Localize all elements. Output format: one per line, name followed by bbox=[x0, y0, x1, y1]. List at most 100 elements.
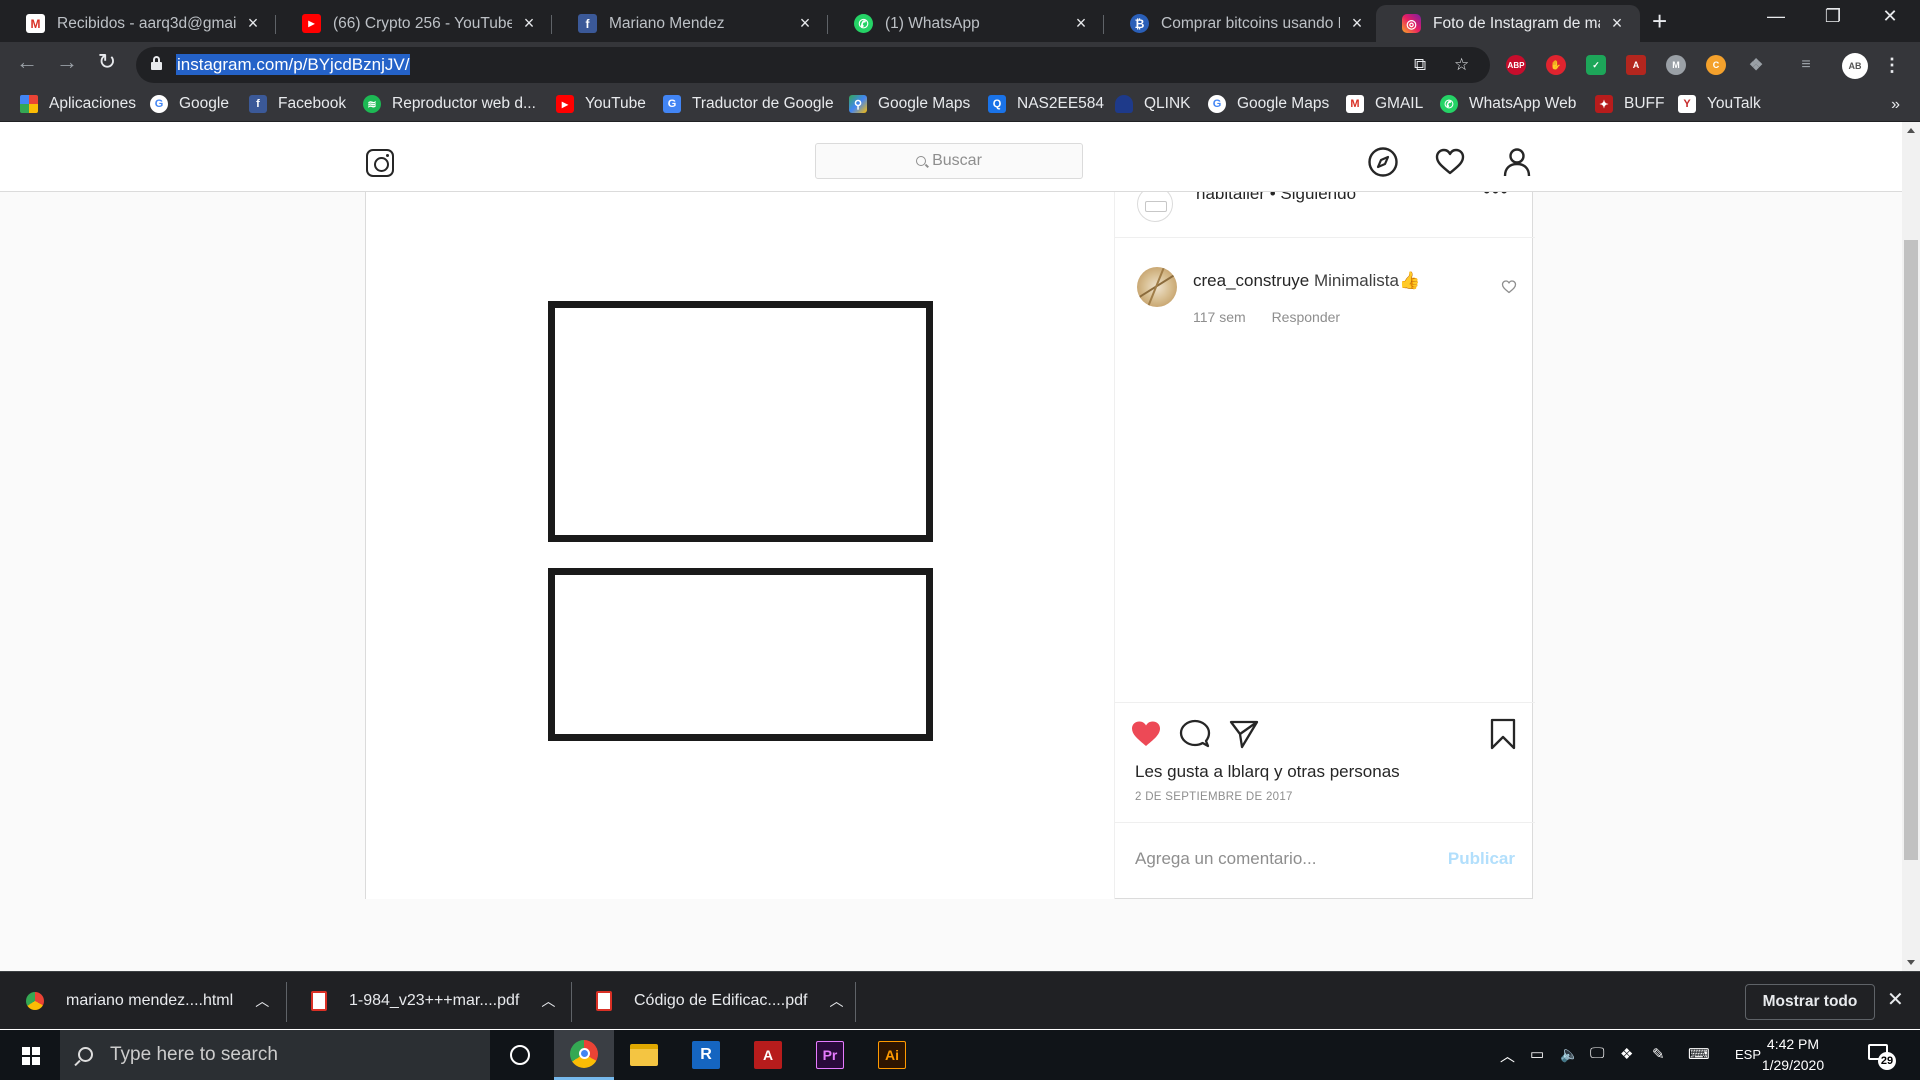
taskbar-premiere[interactable]: Pr bbox=[800, 1030, 860, 1080]
comment-input[interactable]: Agrega un comentario... bbox=[1135, 849, 1316, 869]
dropbox-extension-icon[interactable]: ❖ bbox=[1746, 55, 1766, 75]
page-scrollbar[interactable] bbox=[1902, 122, 1920, 971]
scroll-up-arrow-icon[interactable] bbox=[1907, 128, 1915, 133]
bookmark-translate[interactable]: G Traductor de Google bbox=[663, 95, 834, 113]
profile-avatar[interactable]: AB bbox=[1842, 53, 1868, 79]
more-options-icon[interactable]: ••• bbox=[1483, 192, 1509, 204]
post-date[interactable]: 2 DE SEPTIEMBRE DE 2017 bbox=[1135, 791, 1293, 803]
minimize-button[interactable]: — bbox=[1756, 6, 1796, 27]
system-clock[interactable]: 4:42 PM 1/29/2020 bbox=[1748, 1034, 1838, 1076]
bookmark-nas[interactable]: Q NAS2EE584 bbox=[988, 95, 1104, 113]
notification-center-button[interactable]: 29 bbox=[1866, 1042, 1898, 1070]
start-button[interactable] bbox=[0, 1030, 60, 1080]
close-icon[interactable]: × bbox=[1346, 13, 1368, 34]
check-extension-icon[interactable]: ✓ bbox=[1586, 55, 1606, 75]
chevron-up-icon[interactable]: ︿ bbox=[255, 991, 269, 1011]
download-item[interactable]: Código de Edificac....pdf ︿ bbox=[596, 972, 843, 1030]
bookmark-qlink[interactable]: QLINK bbox=[1115, 95, 1191, 113]
comment-bubble-icon[interactable] bbox=[1179, 718, 1211, 750]
taskbar-search-input[interactable]: Type here to search bbox=[60, 1030, 490, 1080]
taskbar-file-explorer[interactable] bbox=[614, 1030, 674, 1080]
close-icon[interactable]: × bbox=[242, 13, 264, 34]
profile-icon[interactable] bbox=[1501, 146, 1533, 178]
bookmark-google-maps-2[interactable]: G Google Maps bbox=[1208, 95, 1329, 113]
bookmark-youtalk[interactable]: Y YouTalk bbox=[1678, 95, 1761, 113]
pen-icon[interactable]: ✎ bbox=[1652, 1045, 1665, 1063]
likes-user[interactable]: lblarq bbox=[1228, 762, 1270, 781]
bookmark-youtube[interactable]: ▶ YouTube bbox=[556, 95, 646, 113]
address-bar[interactable]: instagram.com/p/BYjcdBznjJV/ ⧉ ☆ bbox=[136, 47, 1490, 83]
search-input[interactable]: Buscar bbox=[815, 143, 1083, 179]
restore-button[interactable]: ❐ bbox=[1813, 6, 1853, 27]
show-hidden-icons-chevron-icon[interactable]: ︿ bbox=[1500, 1045, 1515, 1066]
tab-bitcoin[interactable]: ₿ Comprar bitcoins usando Pre × bbox=[1104, 5, 1380, 42]
close-icon[interactable]: × bbox=[518, 13, 540, 34]
author-avatar[interactable] bbox=[1137, 192, 1173, 222]
coupon-extension-icon[interactable]: C bbox=[1706, 55, 1726, 75]
close-icon[interactable]: × bbox=[1070, 13, 1092, 34]
bookmark-buff[interactable]: ✦ BUFF bbox=[1595, 95, 1664, 113]
keyboard-icon[interactable]: ⌨ bbox=[1688, 1045, 1710, 1063]
bookmark-whatsapp[interactable]: ✆ WhatsApp Web bbox=[1440, 95, 1576, 113]
forward-button[interactable]: → bbox=[52, 49, 82, 75]
taskbar-acrobat[interactable]: A bbox=[738, 1030, 798, 1080]
publish-button[interactable]: Publicar bbox=[1448, 849, 1515, 869]
star-icon[interactable]: ☆ bbox=[1454, 55, 1469, 75]
tab-youtube[interactable]: ▶ (66) Crypto 256 - YouTube × bbox=[276, 5, 552, 42]
stop-extension-icon[interactable]: ✋ bbox=[1546, 55, 1566, 75]
url-text[interactable]: instagram.com/p/BYjcdBznjJV/ bbox=[176, 54, 411, 75]
battery-icon[interactable]: ▭ bbox=[1530, 1045, 1544, 1063]
close-icon[interactable]: × bbox=[1606, 13, 1628, 34]
bookmark-apps[interactable]: Aplicaciones bbox=[20, 95, 136, 113]
taskbar-illustrator[interactable]: Ai bbox=[862, 1030, 922, 1080]
bookmark-gmail[interactable]: M GMAIL bbox=[1346, 95, 1423, 113]
bookmarks-overflow-icon[interactable]: » bbox=[1891, 96, 1900, 114]
comment-age[interactable]: 117 sem bbox=[1193, 309, 1246, 325]
chevron-up-icon[interactable]: ︿ bbox=[829, 991, 843, 1011]
close-window-button[interactable]: ✕ bbox=[1870, 6, 1910, 27]
task-view-button[interactable] bbox=[490, 1030, 550, 1080]
bookmark-spotify[interactable]: ≋ Reproductor web d... bbox=[363, 95, 536, 113]
volume-icon[interactable]: 🔈 bbox=[1560, 1045, 1579, 1063]
likes-others[interactable]: otras personas bbox=[1287, 762, 1399, 781]
share-send-icon[interactable] bbox=[1228, 718, 1260, 750]
lock-icon[interactable] bbox=[151, 56, 162, 70]
bookmark-maps[interactable]: ⚲ Google Maps bbox=[849, 95, 970, 113]
bookmark-facebook[interactable]: f Facebook bbox=[249, 95, 346, 113]
instagram-logo-icon[interactable] bbox=[366, 149, 394, 177]
activity-heart-icon[interactable] bbox=[1434, 146, 1466, 178]
taskbar-chrome[interactable] bbox=[554, 1030, 614, 1080]
author-username[interactable]: habitaller bbox=[1196, 192, 1265, 203]
back-button[interactable]: ← bbox=[12, 49, 42, 75]
acrobat-extension-icon[interactable]: A bbox=[1626, 55, 1646, 75]
close-icon[interactable]: ✕ bbox=[1887, 987, 1904, 1012]
comment-like-heart-icon[interactable] bbox=[1501, 279, 1517, 295]
adblock-extension-icon[interactable]: ABP bbox=[1506, 55, 1526, 75]
reload-button[interactable]: ↻ bbox=[92, 49, 122, 75]
commenter-avatar[interactable] bbox=[1137, 267, 1177, 307]
download-item[interactable]: mariano mendez....html ︿ bbox=[26, 972, 269, 1030]
reply-button[interactable]: Responder bbox=[1272, 309, 1341, 325]
show-all-downloads-button[interactable]: Mostrar todo bbox=[1745, 984, 1875, 1020]
taskbar-revit[interactable]: R bbox=[676, 1030, 736, 1080]
m-extension-icon[interactable]: M bbox=[1666, 55, 1686, 75]
download-item[interactable]: 1-984_v23+++mar....pdf ︿ bbox=[311, 972, 555, 1030]
tab-whatsapp[interactable]: ✆ (1) WhatsApp × bbox=[828, 5, 1104, 42]
tab-facebook[interactable]: f Mariano Mendez × bbox=[552, 5, 828, 42]
like-heart-filled-icon[interactable] bbox=[1130, 718, 1162, 750]
save-bookmark-icon[interactable] bbox=[1487, 718, 1519, 750]
cast-icon[interactable]: ⧉ bbox=[1414, 55, 1426, 75]
scrollbar-thumb[interactable] bbox=[1904, 240, 1918, 860]
dropbox-tray-icon[interactable]: ❖ bbox=[1620, 1045, 1633, 1063]
scroll-down-arrow-icon[interactable] bbox=[1907, 960, 1915, 965]
post-image[interactable] bbox=[366, 192, 1114, 899]
menu-icon[interactable]: ⋮ bbox=[1882, 55, 1902, 75]
tab-gmail[interactable]: M Recibidos - aarq3d@gmail.com × bbox=[0, 5, 276, 42]
tab-instagram[interactable]: ◎ Foto de Instagram de marian × bbox=[1376, 5, 1640, 42]
explore-compass-icon[interactable] bbox=[1367, 146, 1399, 178]
close-icon[interactable]: × bbox=[794, 13, 816, 34]
chevron-up-icon[interactable]: ︿ bbox=[541, 991, 555, 1011]
new-tab-button[interactable]: + bbox=[1652, 8, 1667, 34]
media-control-icon[interactable]: ≡ bbox=[1796, 55, 1816, 75]
commenter-username[interactable]: crea_construye bbox=[1193, 271, 1309, 290]
